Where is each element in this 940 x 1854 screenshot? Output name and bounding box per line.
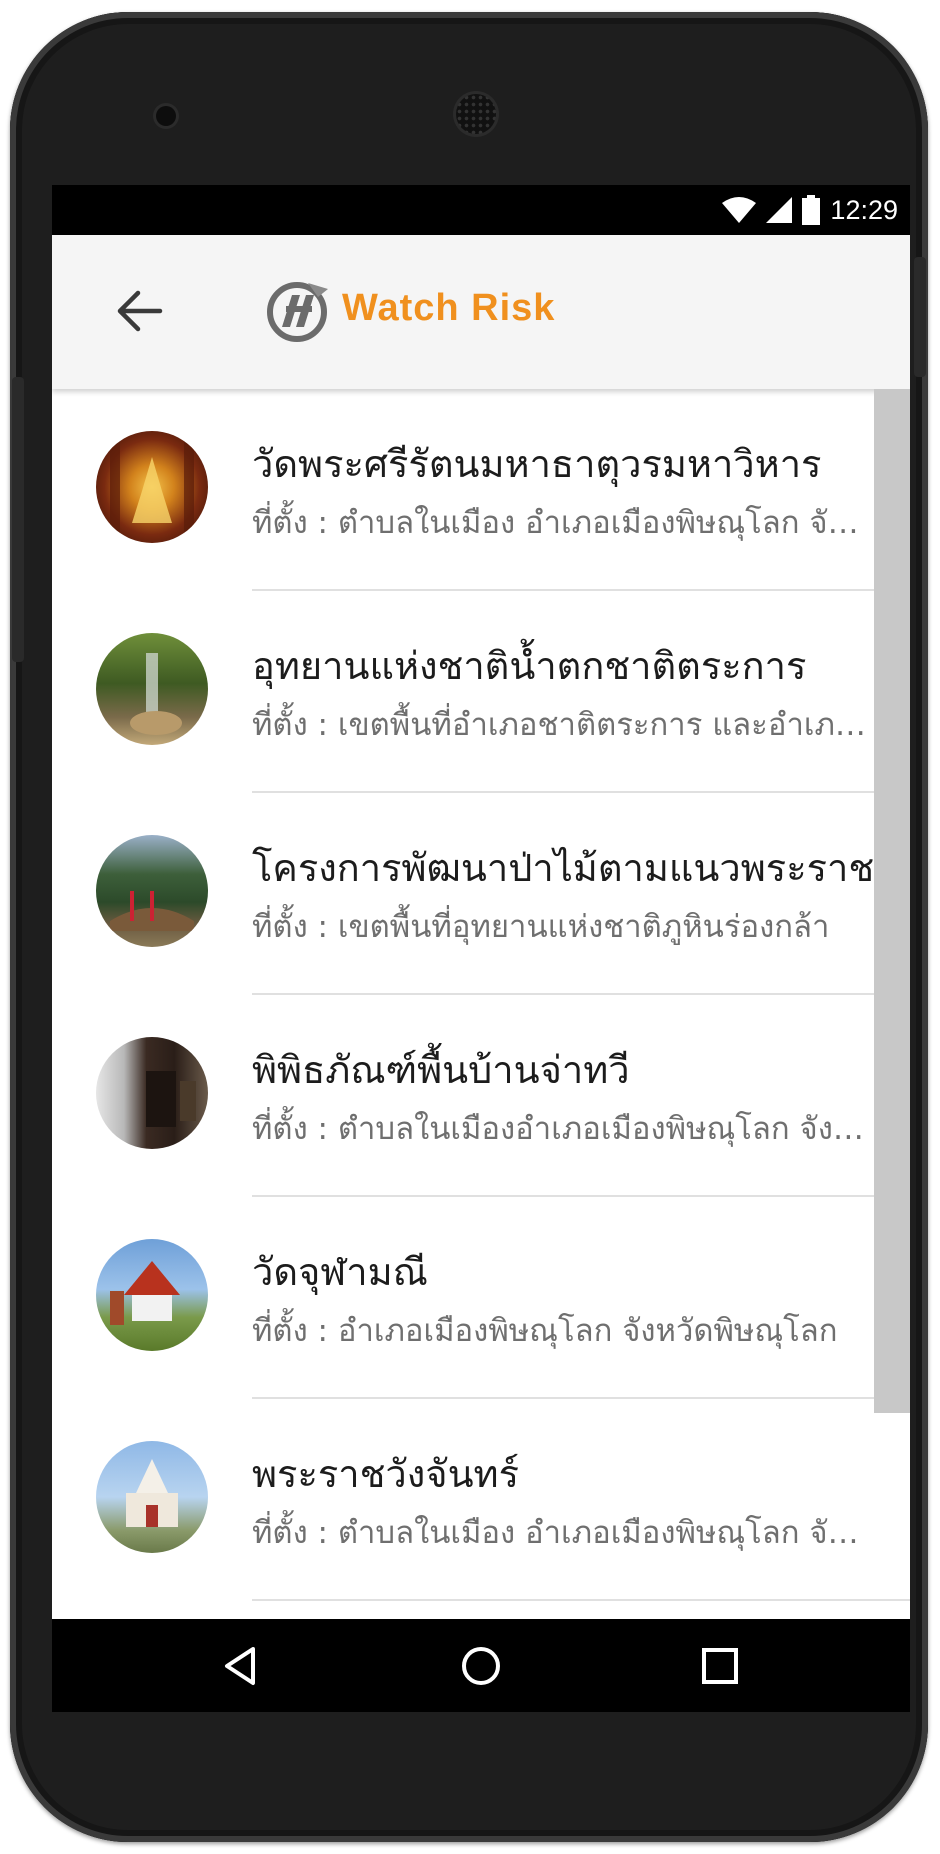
- place-location: ที่ตั้ง : ตำบลในเมืองอำเภอเมืองพิษณุโลก …: [252, 1111, 872, 1147]
- place-thumbnail: [96, 633, 208, 745]
- place-thumbnail: [96, 1441, 208, 1553]
- app-bar: Watch Risk: [52, 235, 910, 389]
- place-title: โครงการพัฒนาป่าไม้ตามแนวพระราชดำริ: [252, 846, 910, 890]
- place-location: ที่ตั้ง : ตำบลในเมือง อำเภอเมืองพิษณุโลก…: [252, 505, 872, 541]
- place-thumbnail: [96, 835, 208, 947]
- watch-risk-logo: [267, 282, 328, 342]
- list-item[interactable]: วัดพระศรีรัตนมหาธาตุวรมหาวิหาร ที่ตั้ง :…: [52, 389, 910, 591]
- place-title: พิพิธภัณฑ์พื้นบ้านจ่าทวี: [252, 1048, 630, 1092]
- list-item[interactable]: พิพิธภัณฑ์พื้นบ้านจ่าทวี ที่ตั้ง : ตำบลใ…: [52, 995, 910, 1197]
- place-title: วัดพระศรีรัตนมหาธาตุวรมหาวิหาร: [252, 442, 822, 486]
- list-item[interactable]: โครงการพัฒนาป่าไม้ตามแนวพระราชดำริ ที่ตั…: [52, 793, 910, 995]
- status-time: 12:29: [830, 194, 898, 225]
- place-location: ที่ตั้ง : ตำบลในเมือง อำเภอเมืองพิษณุโลก…: [252, 1515, 872, 1551]
- status-bar: 12:29: [52, 185, 910, 235]
- place-title: พระราชวังจันทร์: [252, 1452, 520, 1496]
- place-thumbnail: [96, 1037, 208, 1149]
- scrollbar[interactable]: [874, 389, 910, 1413]
- place-location: ที่ตั้ง : เขตพื้นที่อำเภอชาติตระการ และอ…: [252, 707, 872, 743]
- phone-frame: 12:29 Watch Risk วัดพระศรีรัตนมหาธาตุวรม…: [10, 12, 928, 1842]
- places-list: วัดพระศรีรัตนมหาธาตุวรมหาวิหาร ที่ตั้ง :…: [52, 389, 910, 1619]
- volume-button: [12, 377, 24, 662]
- place-thumbnail: [96, 1239, 208, 1351]
- battery-icon: [802, 195, 821, 225]
- arrow-left-icon[interactable]: [110, 281, 170, 341]
- place-location: ที่ตั้ง : เขตพื้นที่อุทยานแห่งชาติภูหินร…: [252, 909, 830, 945]
- front-camera-icon: [156, 106, 176, 126]
- place-thumbnail: [96, 431, 208, 543]
- back-triangle-icon[interactable]: [217, 1641, 267, 1691]
- place-location: ที่ตั้ง : อำเภอเมืองพิษณุโลก จังหวัดพิษณ…: [252, 1313, 838, 1349]
- signal-icon: [766, 197, 793, 223]
- earpiece-speaker-icon: [456, 94, 496, 134]
- list-item[interactable]: พระราชวังจันทร์ ที่ตั้ง : ตำบลในเมือง อำ…: [52, 1399, 910, 1601]
- list-item[interactable]: อุทยานแห่งชาติน้ำตกชาติตระการ ที่ตั้ง : …: [52, 591, 910, 793]
- place-title: อุทยานแห่งชาติน้ำตกชาติตระการ: [252, 644, 807, 688]
- screen: 12:29 Watch Risk วัดพระศรีรัตนมหาธาตุวรม…: [52, 185, 910, 1712]
- list-item[interactable]: วัดจุฬามณี ที่ตั้ง : อำเภอเมืองพิษณุโลก …: [52, 1197, 910, 1399]
- place-title: วัดจุฬามณี: [252, 1250, 428, 1294]
- home-circle-icon[interactable]: [456, 1641, 506, 1691]
- navigation-bar: [52, 1619, 910, 1712]
- list-divider: [252, 1599, 910, 1601]
- recents-square-icon[interactable]: [695, 1641, 745, 1691]
- wifi-icon: [722, 197, 757, 223]
- app-brand-title: Watch Risk: [342, 287, 556, 329]
- power-button: [914, 257, 926, 377]
